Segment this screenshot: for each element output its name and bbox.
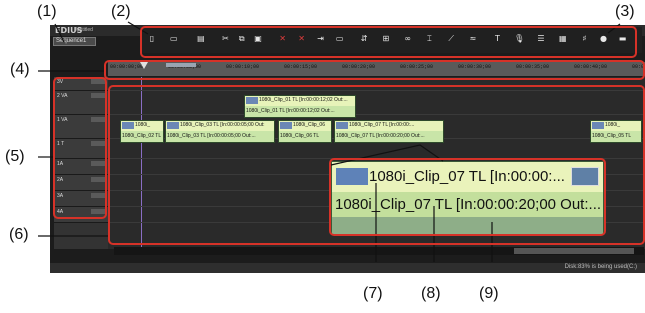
callout-1: (1): [37, 3, 57, 20]
callout-track-panel-box: [53, 77, 107, 219]
callout-3: (3): [615, 3, 635, 20]
callout-4: (4): [10, 61, 30, 78]
callout-7: (7): [363, 285, 383, 302]
callout-2: (2): [111, 3, 131, 20]
callout-toolbar-box: [140, 26, 637, 58]
callout-5: (5): [5, 148, 25, 165]
callout-ruler-box: [104, 60, 645, 80]
callout-6: (6): [9, 226, 29, 243]
callout-clip-box: [329, 158, 606, 236]
callout-8: (8): [421, 285, 441, 302]
callout-9: (9): [479, 285, 499, 302]
